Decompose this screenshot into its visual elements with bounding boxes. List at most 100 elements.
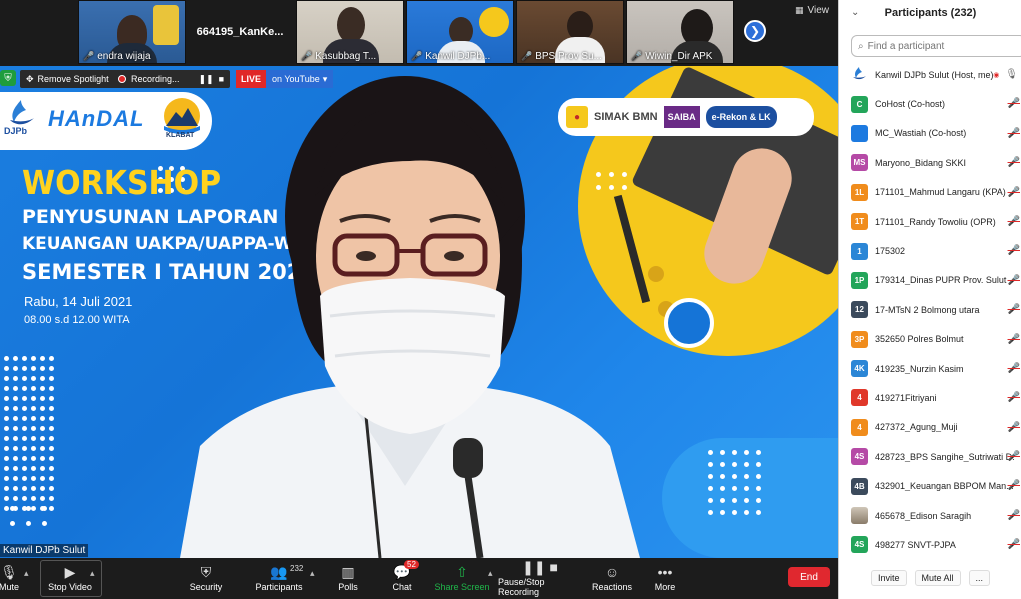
muted-mic-icon[interactable]: 🎤: [1008, 363, 1020, 374]
muted-mic-icon[interactable]: 🎤: [1008, 334, 1020, 345]
avatar: 4: [851, 389, 868, 407]
avatar: MS: [851, 154, 868, 172]
erekon-logo: e-Rekon & LK: [705, 106, 777, 128]
chat-label: Chat: [392, 582, 412, 592]
thumbnail-video[interactable]: 🎤 Kanwil DJPb...: [406, 0, 514, 64]
pause-stop-recording-button[interactable]: ❚❚ ■ Pause/Stop Recording: [498, 558, 582, 599]
share-screen-button[interactable]: ⇧ Share Screen: [434, 558, 490, 599]
muted-mic-icon[interactable]: 🎤: [1008, 98, 1020, 109]
muted-mic-icon[interactable]: 🎤: [1008, 187, 1020, 198]
meeting-toolbar: 🎙 Mute ▴ ▶ Stop Video ▴ ⛨ Security 👥 Par…: [0, 558, 838, 599]
participant-row[interactable]: 1 175302 🎤: [839, 236, 1021, 265]
participant-row[interactable]: Kanwil DJPb Sulut (Host, me) ◉ 🎙: [839, 60, 1021, 89]
recording-label: Recording...: [131, 74, 180, 84]
participant-name: 419271Fitriyani: [875, 392, 937, 403]
muted-mic-icon[interactable]: 🎤: [1008, 275, 1020, 286]
participants-panel: ⌄ Participants (232) ⌕ Kanwil DJPb Sulut…: [838, 0, 1021, 599]
muted-mic-icon[interactable]: 🎤: [1008, 392, 1020, 403]
participant-row[interactable]: 4K 419235_Nurzin Kasim 🎤: [839, 354, 1021, 383]
participants-label: Participants: [255, 582, 303, 592]
participant-row[interactable]: 4B 432901_Keuangan BBPOM Man... 🎤: [839, 471, 1021, 500]
recording-indicator: Recording... ❚❚ ■: [112, 70, 230, 88]
participant-row[interactable]: 12 17-MTsN 2 Bolmong utara 🎤: [839, 295, 1021, 324]
microphone-icon[interactable]: ◉ 🎙: [993, 69, 1018, 80]
reactions-button[interactable]: ☺ Reactions: [592, 558, 632, 599]
stop-icon[interactable]: ■: [219, 74, 224, 84]
participant-search-input[interactable]: [867, 40, 1008, 52]
thumbnail-video[interactable]: 🎤 BPS Prov Su...: [516, 0, 624, 64]
chevron-right-icon: ❯: [749, 24, 761, 38]
participant-row[interactable]: 1P 179314_Dinas PUPR Prov. Sulut 🎤: [839, 266, 1021, 295]
chevron-up-icon[interactable]: ▴: [24, 568, 29, 579]
thumbnail-name: BPS Prov Su...: [535, 51, 602, 62]
record-dot-icon: [118, 75, 126, 83]
view-button[interactable]: ▦ View: [795, 5, 829, 16]
thumbnail-strip: 🎤 endra wijaja 664195_KanKe... 🎤 Kasubbag …: [0, 0, 838, 66]
participant-name: Maryono_Bidang SKKI: [875, 157, 967, 168]
muted-mic-icon[interactable]: 🎤: [1008, 422, 1020, 433]
chevron-up-icon[interactable]: ▴: [488, 568, 493, 579]
muted-mic-icon[interactable]: 🎤: [1008, 157, 1020, 168]
participant-name: 171101_Mahmud Langaru (KPA): [875, 187, 1006, 198]
avatar: 1: [851, 242, 868, 260]
participant-row[interactable]: 4 427372_Agung_Muji 🎤: [839, 413, 1021, 442]
more-label: More: [654, 582, 676, 592]
participant-row[interactable]: 4S 498277 SNVT-PJPA 🎤: [839, 530, 1021, 559]
shared-slide: DJPb HAnDAL KLABAT ● SIMAK BMN SAIBA e-R…: [0, 66, 838, 558]
muted-mic-icon[interactable]: 🎤: [1008, 451, 1020, 462]
polls-button[interactable]: ▥ Polls: [334, 558, 362, 599]
thumbnail-name: Wiwin_Dir APK: [645, 51, 713, 62]
pause-recording-label: Pause/Stop Recording: [498, 577, 545, 597]
muted-mic-icon[interactable]: 🎤: [1008, 510, 1020, 521]
security-button[interactable]: ⛨ Security: [186, 558, 226, 599]
slide-dots: [4, 356, 54, 511]
ellipsis-icon: •••: [657, 564, 673, 580]
workshop-date: Rabu, 14 Juli 2021: [24, 294, 133, 309]
thumbnail-name: 664195_KanKe...: [196, 26, 284, 38]
participant-row[interactable]: 4S 428723_BPS Sangihe_Sutriwati D... 🎤: [839, 442, 1021, 471]
muted-mic-icon[interactable]: 🎤: [1008, 480, 1020, 491]
muted-mic-icon[interactable]: 🎤: [1008, 539, 1020, 550]
muted-mic-icon: 🎤: [521, 51, 533, 61]
thumbnail-video[interactable]: 🎤 Wiwin_Dir APK: [626, 0, 734, 64]
participant-row[interactable]: MC_Wastiah (Co-host) 🎤: [839, 119, 1021, 148]
participant-row[interactable]: C CoHost (Co-host) 🎤: [839, 89, 1021, 118]
avatar: 4B: [851, 477, 868, 495]
participant-row[interactable]: 4 419271Fitriyani 🎤: [839, 383, 1021, 412]
muted-mic-icon[interactable]: 🎤: [1008, 304, 1020, 315]
share-screen-icon: ⇧: [456, 564, 468, 580]
mute-button[interactable]: 🎙 Mute: [0, 558, 24, 599]
muted-mic-icon[interactable]: 🎤: [1008, 216, 1020, 227]
participant-row[interactable]: 465678_Edison Saragih 🎤: [839, 501, 1021, 530]
pause-icon[interactable]: ❚❚: [198, 74, 213, 85]
thumbnail-video[interactable]: 🎤 endra wijaja: [78, 0, 186, 64]
thumbnail-video[interactable]: 664195_KanKe...: [190, 0, 290, 64]
participant-row[interactable]: 1L 171101_Mahmud Langaru (KPA) 🎤: [839, 178, 1021, 207]
participant-row[interactable]: 3P 352650 Polres Bolmut 🎤: [839, 325, 1021, 354]
security-shield-icon[interactable]: ⛨: [0, 70, 16, 86]
next-page-button[interactable]: ❯: [744, 20, 766, 42]
participant-name: 179314_Dinas PUPR Prov. Sulut: [875, 275, 1007, 286]
muted-mic-icon[interactable]: 🎤: [1008, 128, 1020, 139]
participant-name: 427372_Agung_Muji: [875, 422, 958, 433]
bar-chart-icon: ▥: [341, 564, 355, 580]
participant-row[interactable]: 1T 171101_Randy Towoliu (OPR) 🎤: [839, 207, 1021, 236]
participants-panel-title: Participants (232): [884, 7, 977, 19]
zoom-window: 🎤 endra wijaja 664195_KanKe... 🎤 Kasubbag …: [0, 0, 1021, 599]
live-stream-badge[interactable]: LIVE on YouTube ▾: [236, 70, 334, 88]
spotlight-icon: ✥: [26, 73, 34, 84]
participant-row[interactable]: MS Maryono_Bidang SKKI 🎤: [839, 148, 1021, 177]
chevron-up-icon[interactable]: ▴: [310, 568, 315, 579]
people-icon: 👥: [270, 564, 288, 580]
mute-all-button[interactable]: Mute All: [914, 570, 961, 586]
remove-spotlight-button[interactable]: ✥ Remove Spotlight: [20, 70, 115, 88]
more-button[interactable]: ••• More: [650, 558, 680, 599]
invite-button[interactable]: Invite: [871, 570, 907, 586]
avatar: 12: [851, 301, 868, 319]
thumbnail-video[interactable]: 🎤 Kasubbag T...: [296, 0, 404, 64]
more-options-button[interactable]: ...: [968, 570, 991, 586]
chevron-up-icon[interactable]: ▴: [90, 568, 95, 579]
participant-search[interactable]: ⌕: [851, 35, 1021, 57]
muted-mic-icon[interactable]: 🎤: [1008, 245, 1020, 256]
end-meeting-button[interactable]: End: [788, 567, 830, 587]
